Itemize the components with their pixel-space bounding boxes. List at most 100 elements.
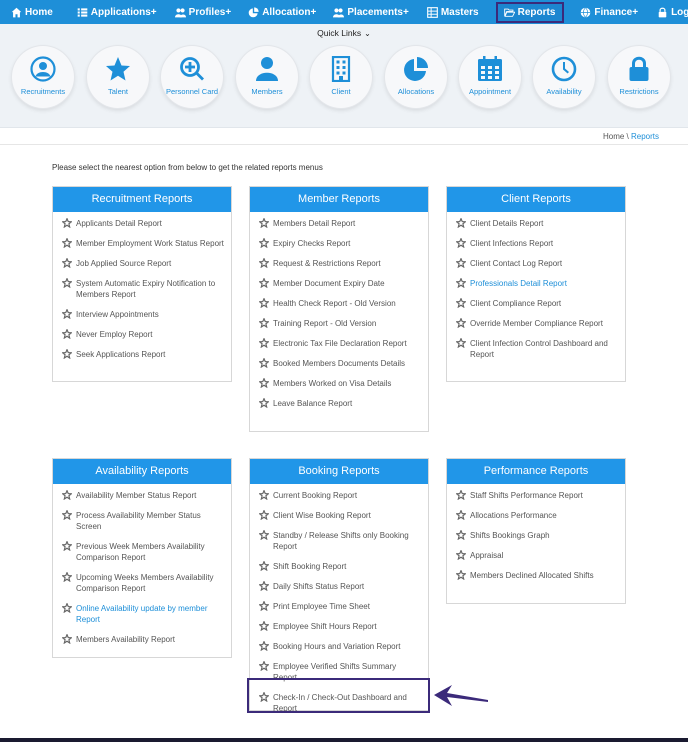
report-link[interactable]: Member Employment Work Status Report: [61, 237, 225, 249]
report-link[interactable]: Appraisal: [455, 549, 619, 561]
star-icon[interactable]: [258, 257, 270, 269]
star-icon[interactable]: [258, 529, 270, 541]
star-icon[interactable]: [455, 317, 467, 329]
star-icon[interactable]: [455, 569, 467, 581]
star-icon[interactable]: [61, 308, 73, 320]
quick-link-client[interactable]: Client: [310, 46, 372, 108]
report-link[interactable]: Current Booking Report: [258, 489, 422, 501]
report-link[interactable]: Previous Week Members Availability Compa…: [61, 540, 225, 563]
nav-profiles[interactable]: Profiles+: [174, 0, 231, 24]
report-link[interactable]: Employee Shift Hours Report: [258, 620, 422, 632]
report-link[interactable]: Members Detail Report: [258, 217, 422, 229]
star-icon[interactable]: [258, 600, 270, 612]
report-link[interactable]: Shift Booking Report: [258, 560, 422, 572]
star-icon[interactable]: [455, 257, 467, 269]
report-link[interactable]: System Automatic Expiry Notification to …: [61, 277, 225, 300]
star-icon[interactable]: [61, 540, 73, 552]
report-link[interactable]: Client Infection Control Dashboard and R…: [455, 337, 619, 360]
report-link[interactable]: Client Infections Report: [455, 237, 619, 249]
report-link[interactable]: Members Declined Allocated Shifts: [455, 569, 619, 581]
report-link[interactable]: Request & Restrictions Report: [258, 257, 422, 269]
star-icon[interactable]: [455, 337, 467, 349]
star-icon[interactable]: [258, 357, 270, 369]
star-icon[interactable]: [258, 620, 270, 632]
quick-link-allocations[interactable]: Allocations: [385, 46, 447, 108]
star-icon[interactable]: [258, 317, 270, 329]
nav-placements[interactable]: Placements+: [333, 0, 409, 24]
report-link[interactable]: Override Member Compliance Report: [455, 317, 619, 329]
star-icon[interactable]: [455, 549, 467, 561]
report-link[interactable]: Process Availability Member Status Scree…: [61, 509, 225, 532]
quick-link-availability[interactable]: Availability: [533, 46, 595, 108]
report-link[interactable]: Professionals Detail Report: [455, 277, 619, 289]
star-icon[interactable]: [258, 277, 270, 289]
star-icon[interactable]: [61, 602, 73, 614]
nav-finance[interactable]: Finance+: [580, 0, 638, 24]
star-icon[interactable]: [455, 489, 467, 501]
breadcrumb-home[interactable]: Home: [603, 132, 624, 141]
star-icon[interactable]: [61, 328, 73, 340]
report-link[interactable]: Members Availability Report: [61, 633, 225, 645]
star-icon[interactable]: [258, 237, 270, 249]
star-icon[interactable]: [455, 529, 467, 541]
report-link[interactable]: Applicants Detail Report: [61, 217, 225, 229]
star-icon[interactable]: [61, 277, 73, 289]
star-icon[interactable]: [258, 377, 270, 389]
report-link[interactable]: Client Wise Booking Report: [258, 509, 422, 521]
report-link[interactable]: Never Employ Report: [61, 328, 225, 340]
report-link[interactable]: Health Check Report - Old Version: [258, 297, 422, 309]
report-link[interactable]: Upcoming Weeks Members Availability Comp…: [61, 571, 225, 594]
star-icon[interactable]: [258, 217, 270, 229]
quick-links-toggle[interactable]: Quick Links ⌄: [0, 28, 688, 38]
star-icon[interactable]: [455, 217, 467, 229]
nav-applications[interactable]: Applications+: [77, 0, 157, 24]
star-icon[interactable]: [61, 348, 73, 360]
star-icon[interactable]: [61, 257, 73, 269]
star-icon[interactable]: [258, 509, 270, 521]
star-icon[interactable]: [258, 489, 270, 501]
star-icon[interactable]: [455, 237, 467, 249]
star-icon[interactable]: [61, 489, 73, 501]
report-link[interactable]: Client Compliance Report: [455, 297, 619, 309]
nav-home[interactable]: Home: [11, 0, 53, 24]
quick-link-restrictions[interactable]: Restrictions: [608, 46, 670, 108]
quick-link-personnel-card[interactable]: Personnel Card: [161, 46, 223, 108]
report-link[interactable]: Electronic Tax File Declaration Report: [258, 337, 422, 349]
report-link[interactable]: Shifts Bookings Graph: [455, 529, 619, 541]
star-icon[interactable]: [258, 640, 270, 652]
report-link[interactable]: Booked Members Documents Details: [258, 357, 422, 369]
star-icon[interactable]: [258, 660, 270, 672]
report-link[interactable]: Interview Appointments: [61, 308, 225, 320]
nav-logins[interactable]: Logins+: [657, 0, 688, 24]
report-link[interactable]: Expiry Checks Report: [258, 237, 422, 249]
report-link[interactable]: Client Details Report: [455, 217, 619, 229]
report-link[interactable]: Training Report - Old Version: [258, 317, 422, 329]
star-icon[interactable]: [61, 217, 73, 229]
star-icon[interactable]: [258, 337, 270, 349]
quick-link-recruitments[interactable]: Recruitments: [12, 46, 74, 108]
report-link[interactable]: Print Employee Time Sheet: [258, 600, 422, 612]
star-icon[interactable]: [61, 509, 73, 521]
quick-link-appointment[interactable]: Appointment: [459, 46, 521, 108]
nav-reports[interactable]: Reports: [495, 1, 565, 23]
star-icon[interactable]: [258, 580, 270, 592]
report-link[interactable]: Job Applied Source Report: [61, 257, 225, 269]
report-link[interactable]: Daily Shifts Status Report: [258, 580, 422, 592]
star-icon[interactable]: [258, 560, 270, 572]
report-link[interactable]: Standby / Release Shifts only Booking Re…: [258, 529, 422, 552]
star-icon[interactable]: [455, 509, 467, 521]
star-icon[interactable]: [258, 297, 270, 309]
report-link[interactable]: Seek Applications Report: [61, 348, 225, 360]
star-icon[interactable]: [455, 297, 467, 309]
quick-link-talent[interactable]: Talent: [87, 46, 149, 108]
star-icon[interactable]: [61, 571, 73, 583]
report-link[interactable]: Availability Member Status Report: [61, 489, 225, 501]
report-link[interactable]: Member Document Expiry Date: [258, 277, 422, 289]
report-link[interactable]: Client Contact Log Report: [455, 257, 619, 269]
quick-link-members[interactable]: Members: [236, 46, 298, 108]
report-link[interactable]: Staff Shifts Performance Report: [455, 489, 619, 501]
report-link[interactable]: Allocations Performance: [455, 509, 619, 521]
report-link[interactable]: Leave Balance Report: [258, 397, 422, 409]
report-link[interactable]: Members Worked on Visa Details: [258, 377, 422, 389]
report-link[interactable]: Booking Hours and Variation Report: [258, 640, 422, 652]
